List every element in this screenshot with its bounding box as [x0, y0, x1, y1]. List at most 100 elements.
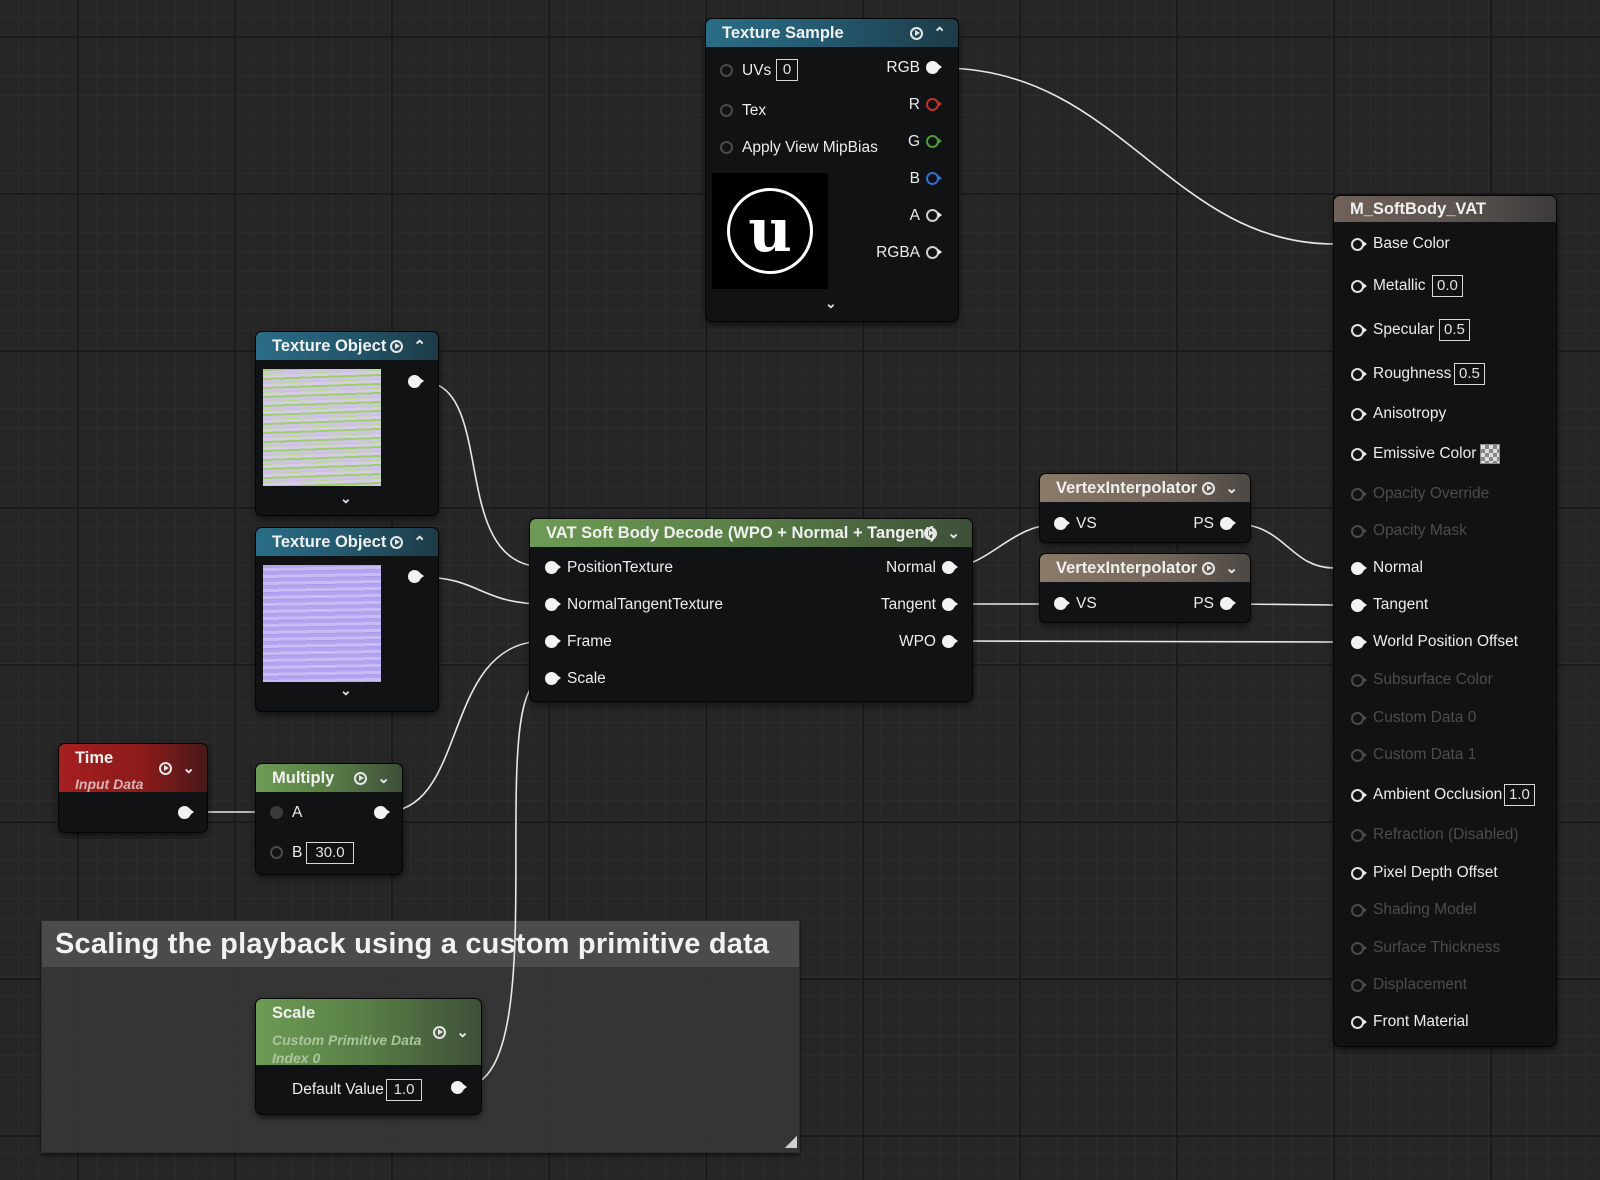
material-node-header[interactable]: M_SoftBody_VAT	[1334, 196, 1556, 222]
material-wpo-label: World Position Offset	[1373, 633, 1519, 650]
collapse-chevron-down-icon[interactable]: ⌄	[1225, 561, 1238, 576]
preview-toggle-icon[interactable]	[924, 526, 938, 540]
vs-1-input-pin[interactable]	[1054, 517, 1070, 532]
material-metallic-input-pin[interactable]	[1351, 280, 1367, 295]
scale-node-header[interactable]: Scale ⌄ Custom Primitive Data Index 0	[256, 999, 481, 1066]
scale-input-pin[interactable]	[545, 672, 561, 687]
expand-chevron-down-icon[interactable]: ⌄	[340, 490, 352, 507]
emissive-color-swatch[interactable]	[1480, 444, 1500, 464]
material-specular-value-field[interactable]: 0.5	[1439, 319, 1470, 341]
collapse-chevron-down-icon[interactable]: ⌄	[377, 771, 390, 786]
vertex-interpolator-node-2[interactable]: VertexInterpolator ⌄	[1040, 554, 1250, 622]
multiply-node-header[interactable]: Multiply ⌄	[256, 764, 402, 792]
material-shading-model-input-pin[interactable]	[1351, 904, 1367, 919]
material-front-material-input-pin[interactable]	[1351, 1016, 1367, 1031]
material-displacement-input-pin[interactable]	[1351, 979, 1367, 994]
time-node-header[interactable]: Time ⌄ Input Data	[59, 744, 207, 792]
material-base-color-input-pin[interactable]	[1351, 238, 1367, 253]
multiply-a-input-pin[interactable]	[270, 806, 285, 821]
default-value-field[interactable]: 1.0	[386, 1079, 422, 1101]
texture-object-1-output-pin[interactable]	[408, 375, 424, 390]
uvs-value-field[interactable]: 0	[776, 59, 798, 81]
tangent-output-label: Tangent	[880, 596, 936, 613]
preview-toggle-icon[interactable]	[390, 535, 404, 549]
material-anisotropy-input-pin[interactable]	[1351, 408, 1367, 423]
preview-toggle-icon[interactable]	[1202, 481, 1216, 495]
multiply-node-title: Multiply	[272, 769, 335, 787]
tangent-output-pin[interactable]	[942, 598, 958, 613]
r-output-pin[interactable]	[926, 98, 942, 113]
resize-grip-icon[interactable]: ◢	[785, 1134, 797, 1150]
comment-title[interactable]: Scaling the playback using a custom prim…	[42, 921, 799, 967]
texture-object-node-2[interactable]: Texture Object ⌃ ⌄	[256, 528, 438, 711]
multiply-output-pin[interactable]	[374, 806, 390, 821]
collapse-chevron-down-icon[interactable]: ⌄	[1225, 481, 1238, 496]
wpo-output-pin[interactable]	[942, 635, 958, 650]
material-roughness-input-pin[interactable]	[1351, 368, 1367, 383]
preview-toggle-icon[interactable]	[910, 26, 924, 40]
vat-node-title: VAT Soft Body Decode (WPO + Normal + Tan…	[546, 524, 936, 542]
collapse-chevron-down-icon[interactable]: ⌄	[947, 526, 960, 541]
multiply-b-input-pin[interactable]	[270, 846, 285, 861]
material-custom0-input-pin[interactable]	[1351, 712, 1367, 727]
material-specular-input-pin[interactable]	[1351, 324, 1367, 339]
rgba-output-pin[interactable]	[926, 246, 942, 261]
scale-node-output-pin[interactable]	[451, 1081, 467, 1096]
material-ao-value-field[interactable]: 1.0	[1504, 784, 1535, 806]
ps-1-output-pin[interactable]	[1220, 517, 1236, 532]
rgba-label: RGBA	[876, 244, 920, 261]
ps-2-output-pin[interactable]	[1220, 597, 1236, 612]
b-output-pin[interactable]	[926, 172, 942, 187]
tex-input-pin[interactable]	[720, 104, 735, 119]
uvs-input-pin[interactable]	[720, 64, 735, 79]
texture-object-2-output-pin[interactable]	[408, 570, 424, 585]
material-normal-input-pin[interactable]	[1351, 562, 1367, 577]
texture-object-node-1[interactable]: Texture Object ⌃ ⌄	[256, 332, 438, 515]
normal-tangent-texture-input-pin[interactable]	[545, 598, 561, 613]
ps-2-label: PS	[1193, 595, 1214, 612]
scale-node-title: Scale	[272, 1004, 316, 1022]
material-emissive-input-pin[interactable]	[1351, 448, 1367, 463]
material-opacity-override-input-pin[interactable]	[1351, 488, 1367, 503]
material-metallic-value-field[interactable]: 0.0	[1432, 275, 1463, 297]
material-tangent-input-pin[interactable]	[1351, 599, 1367, 614]
vertex-interpolator-2-header[interactable]: VertexInterpolator ⌄	[1040, 554, 1250, 582]
multiply-b-value-field[interactable]: 30.0	[306, 842, 354, 864]
material-pdo-input-pin[interactable]	[1351, 867, 1367, 882]
material-subsurface-input-pin[interactable]	[1351, 674, 1367, 689]
texture-object-2-header[interactable]: Texture Object ⌃	[256, 528, 438, 556]
preview-toggle-icon[interactable]	[159, 761, 173, 775]
preview-toggle-icon[interactable]	[354, 771, 368, 785]
time-output-pin[interactable]	[178, 806, 194, 821]
material-opacity-mask-input-pin[interactable]	[1351, 525, 1367, 540]
preview-toggle-icon[interactable]	[390, 339, 404, 353]
collapse-chevron-up-icon[interactable]: ⌃	[413, 535, 426, 550]
texture-object-1-header[interactable]: Texture Object ⌃	[256, 332, 438, 360]
rgb-output-pin[interactable]	[926, 61, 942, 76]
texture-sample-header[interactable]: Texture Sample ⌃	[706, 19, 958, 47]
material-custom1-input-pin[interactable]	[1351, 749, 1367, 764]
vs-2-input-pin[interactable]	[1054, 597, 1070, 612]
g-output-pin[interactable]	[926, 135, 942, 150]
material-wpo-input-pin[interactable]	[1351, 636, 1367, 651]
preview-toggle-icon[interactable]	[433, 1025, 447, 1039]
material-refraction-input-pin[interactable]	[1351, 829, 1367, 844]
collapse-chevron-up-icon[interactable]: ⌃	[413, 339, 426, 354]
preview-toggle-icon[interactable]	[1202, 561, 1216, 575]
collapse-chevron-down-icon[interactable]: ⌄	[456, 1025, 469, 1040]
frame-input-pin[interactable]	[545, 635, 561, 650]
normal-output-pin[interactable]	[942, 561, 958, 576]
vertex-interpolator-1-header[interactable]: VertexInterpolator ⌄	[1040, 474, 1250, 502]
material-roughness-value-field[interactable]: 0.5	[1454, 363, 1485, 385]
expand-chevron-down-icon[interactable]: ⌄	[825, 295, 837, 312]
position-texture-input-pin[interactable]	[545, 561, 561, 576]
collapse-chevron-down-icon[interactable]: ⌄	[182, 761, 195, 776]
vertex-interpolator-node-1[interactable]: VertexInterpolator ⌄	[1040, 474, 1250, 542]
collapse-chevron-up-icon[interactable]: ⌃	[933, 26, 946, 41]
expand-chevron-down-icon[interactable]: ⌄	[340, 682, 352, 699]
mipbias-input-pin[interactable]	[720, 141, 735, 156]
material-ao-input-pin[interactable]	[1351, 789, 1367, 804]
material-surface-thickness-input-pin[interactable]	[1351, 942, 1367, 957]
a-output-pin[interactable]	[926, 209, 942, 224]
vat-node-header[interactable]: VAT Soft Body Decode (WPO + Normal + Tan…	[530, 519, 972, 547]
